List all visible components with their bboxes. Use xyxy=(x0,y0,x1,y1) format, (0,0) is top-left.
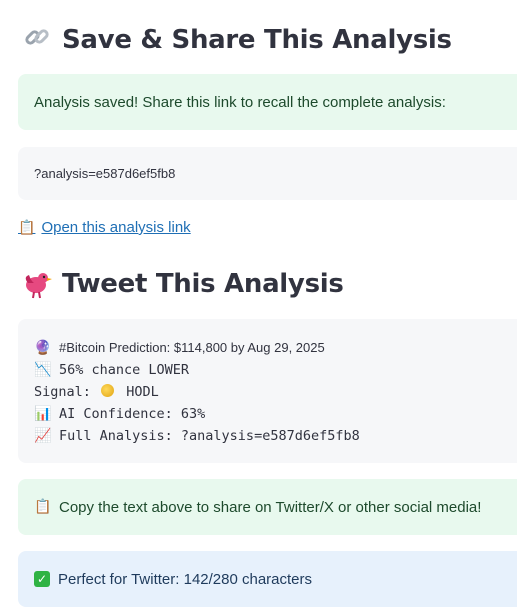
chart-up-icon: 📈 xyxy=(34,428,52,444)
save-share-title: Save & Share This Analysis xyxy=(62,25,452,55)
copy-instructions-message: Copy the text above to share on Twitter/… xyxy=(59,498,482,516)
tweet-line-signal: Signal: HODL xyxy=(34,384,159,400)
save-share-heading: Save & Share This Analysis xyxy=(22,24,452,56)
clipboard-icon: 📋 xyxy=(18,219,36,235)
tweet-heading: Tweet This Analysis xyxy=(22,269,344,299)
character-count-alert: ✓ Perfect for Twitter: 142/280 character… xyxy=(18,551,517,607)
tweet-text-block[interactable]: 🔮 #Bitcoin Prediction: $114,800 by Aug 29… xyxy=(18,319,517,463)
open-analysis-link[interactable]: 📋 Open this analysis link xyxy=(18,219,191,236)
analysis-saved-alert: Analysis saved! Share this link to recal… xyxy=(18,74,517,130)
copy-instructions-alert: 📋 Copy the text above to share on Twitte… xyxy=(18,479,517,535)
clipboard-icon: 📋 xyxy=(34,499,52,515)
analysis-saved-message: Analysis saved! Share this link to recal… xyxy=(34,93,446,111)
check-icon: ✓ xyxy=(34,571,50,587)
bar-chart-icon: 📊 xyxy=(34,406,52,422)
analysis-link-code: ?analysis=e587d6ef5fb8 xyxy=(34,166,176,181)
tweet-title: Tweet This Analysis xyxy=(62,269,344,299)
open-analysis-link-label: Open this analysis link xyxy=(41,219,191,236)
analysis-share-page: Save & Share This Analysis Analysis save… xyxy=(0,0,517,615)
tweet-line-chance: 📉 56% chance LOWER xyxy=(34,359,189,381)
character-count-message: Perfect for Twitter: 142/280 characters xyxy=(58,570,313,588)
bird-icon xyxy=(22,269,52,299)
tweet-line-prediction: 🔮 #Bitcoin Prediction: $114,800 by Aug 29… xyxy=(34,337,325,359)
tweet-line-confidence: 📊 AI Confidence: 63% xyxy=(34,403,205,425)
coin-icon xyxy=(101,384,115,397)
link-icon xyxy=(22,24,52,56)
tweet-line-full-analysis: 📈 Full Analysis: ?analysis=e587d6ef5fb8 xyxy=(34,425,360,447)
chart-down-icon: 📉 xyxy=(34,362,52,378)
crystal-ball-icon: 🔮 xyxy=(34,340,52,356)
analysis-link-code-block[interactable]: ?analysis=e587d6ef5fb8 xyxy=(18,147,517,200)
